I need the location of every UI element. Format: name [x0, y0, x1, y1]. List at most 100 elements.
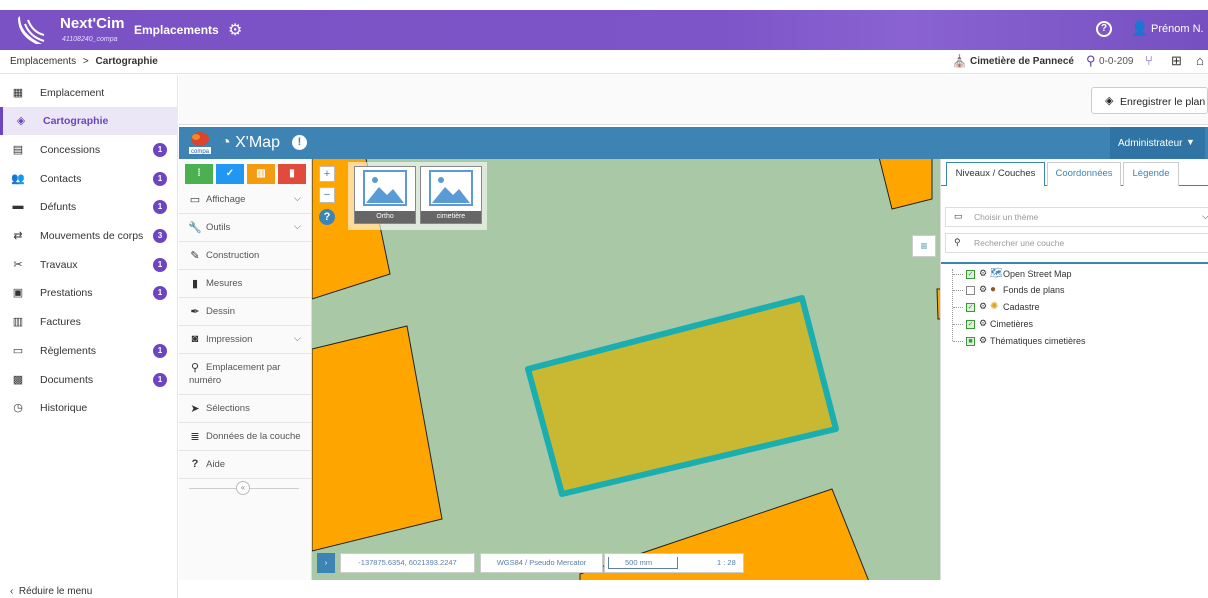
sidebar-item-reglements[interactable]: ▭ Règlements 1 — [0, 337, 178, 365]
tool-mesures[interactable]: ▮ Mesures — [179, 270, 311, 298]
grave-plot — [312, 325, 443, 552]
tab-green[interactable]: ⁞ — [185, 164, 213, 184]
compa-logo-text: compa — [191, 149, 210, 155]
theme-select[interactable]: ▭ Choisir un thème ⌵ — [945, 207, 1208, 227]
projection-select[interactable]: WGS84 / Pseudo Mercator — [480, 553, 603, 573]
layer-checkbox[interactable]: ✓ — [966, 320, 975, 329]
gear-icon[interactable]: ⚙ — [979, 268, 987, 279]
location-code[interactable]: 0-0-209 — [1099, 56, 1133, 67]
layer-menu-button[interactable]: ≡ — [912, 235, 936, 257]
cemetery-name[interactable]: Cimetière de Pannecé — [970, 56, 1074, 67]
globe-icon: ● — [990, 284, 997, 295]
sidebar-item-concessions[interactable]: ▤ Concessions 1 — [0, 136, 178, 164]
basemap-ortho[interactable]: Ortho — [354, 166, 416, 224]
sidebar: ▦ Emplacement ◈ Cartographie ▤ Concessio… — [0, 75, 178, 598]
home-icon[interactable]: ⌂ — [1196, 53, 1204, 68]
collapse-panel-button[interactable]: « — [189, 481, 299, 495]
gear-icon[interactable]: ⚙ — [979, 318, 987, 329]
tree-branch — [953, 341, 963, 342]
map-status-bar: › -137875.6354, 6021393.2247 WGS84 / Pse… — [312, 550, 940, 580]
double-chevron-left-icon: « — [236, 481, 250, 495]
layer-checkbox[interactable] — [966, 286, 975, 295]
tool-donnees-couche[interactable]: ≣ Données de la couche — [179, 423, 311, 451]
tool-selections[interactable]: ➤ Sélections — [179, 395, 311, 423]
gear-icon[interactable]: ⚙ — [228, 20, 242, 40]
selected-grave-plot — [525, 295, 839, 497]
sidebar-item-factures[interactable]: ▥ Factures — [0, 308, 178, 336]
role-label: Administrateur — [1118, 138, 1183, 149]
layer-checkbox[interactable]: ✓ — [966, 270, 975, 279]
tool-emplacement-numero[interactable]: ⚲ Emplacement par numéro — [179, 354, 311, 395]
zoom-out-button[interactable]: − — [319, 187, 335, 203]
id-card-icon: ▬ — [12, 200, 24, 212]
brand-name[interactable]: Next'Cim — [60, 15, 124, 32]
tool-impression[interactable]: ◙ Impression ⌵ — [179, 326, 311, 354]
tab-orange[interactable]: ▥ — [247, 164, 275, 184]
tool-outils[interactable]: 🔧 Outils ⌵ — [179, 214, 311, 242]
user-name[interactable]: Prénom N. — [1151, 23, 1204, 35]
help-icon[interactable]: ? — [319, 209, 335, 225]
picture-icon — [363, 170, 407, 206]
sidebar-item-prestations[interactable]: ▣ Prestations 1 — [0, 279, 178, 307]
grave-plot — [878, 159, 933, 210]
layer-checkbox[interactable]: ✓ — [966, 303, 975, 312]
gear-icon[interactable]: ⚙ — [979, 301, 987, 312]
tab-red[interactable]: ▮ — [278, 164, 306, 184]
sidebar-item-travaux[interactable]: ✂ Travaux 1 — [0, 251, 178, 279]
cursor-coordinates: -137875.6354, 6021393.2247 — [340, 553, 475, 573]
tab-coordonnees[interactable]: Coordonnées — [1047, 162, 1121, 186]
sidebar-item-documents[interactable]: ▩ Documents 1 — [0, 366, 178, 394]
basemap-label: cimetière — [421, 211, 481, 223]
document-icon: ▤ — [12, 144, 24, 156]
reduce-menu-button[interactable]: ‹ Réduire le menu — [10, 586, 92, 597]
count-badge: 1 — [153, 344, 167, 358]
map-canvas[interactable]: + − ? Ortho cimetière ≡ — [312, 159, 940, 580]
basemap-cimetiere[interactable]: cimetière — [420, 166, 482, 224]
sidebar-item-emplacement[interactable]: ▦ Emplacement — [0, 79, 178, 107]
tool-label: Mesures — [206, 278, 243, 289]
tool-dessin[interactable]: ✒ Dessin — [179, 298, 311, 326]
users-icon: 👥 — [11, 173, 25, 185]
layer-checkbox[interactable]: ■ — [966, 337, 975, 346]
tool-label: Construction — [206, 250, 260, 261]
user-icon[interactable]: 👤 — [1131, 20, 1148, 37]
grid-icon[interactable]: ⊞ — [1171, 53, 1182, 69]
role-dropdown[interactable]: Administrateur ▼ — [1110, 127, 1205, 159]
help-icon[interactable]: ? — [1096, 21, 1112, 37]
save-plan-label: Enregistrer le plan — [1120, 96, 1206, 108]
tool-affichage[interactable]: ▭ Affichage ⌵ — [179, 186, 311, 214]
count-badge: 1 — [153, 373, 167, 387]
scale-bar-label: 500 mm — [625, 558, 653, 567]
tab-legende[interactable]: Légende — [1123, 162, 1179, 186]
expand-status-button[interactable]: › — [317, 553, 335, 573]
tool-construction[interactable]: ✎ Construction — [179, 242, 311, 270]
sidebar-item-defunts[interactable]: ▬ Défunts 1 — [0, 193, 178, 221]
divider — [941, 262, 1208, 264]
sidebar-item-mouvements[interactable]: ⇄ Mouvements de corps 3 — [0, 222, 178, 250]
layer-search-input[interactable]: ⚲ Rechercher une couche — [945, 233, 1208, 253]
fork-icon[interactable]: ⑂ — [1145, 53, 1153, 68]
tool-aide[interactable]: ? Aide — [179, 451, 311, 479]
save-plan-button[interactable]: ◈ Enregistrer le plan — [1091, 87, 1208, 114]
sidebar-item-historique[interactable]: ◷ Historique — [0, 394, 178, 422]
sidebar-item-cartographie[interactable]: ◈ Cartographie — [0, 107, 178, 135]
xmap-header: compa ◔ X'Map ! Administrateur ▼ — [179, 127, 1208, 159]
wrench-icon: 🔧 — [188, 222, 202, 234]
tab-blue[interactable]: ✓ — [216, 164, 244, 184]
info-icon[interactable]: ! — [292, 135, 307, 150]
breadcrumb-parent[interactable]: Emplacements — [10, 56, 76, 67]
briefcase-icon: ▣ — [12, 287, 24, 299]
sidebar-item-contacts[interactable]: 👥 Contacts 1 — [0, 165, 178, 193]
tools-icon: ✂ — [13, 259, 23, 271]
gear-icon[interactable]: ⚙ — [979, 335, 987, 346]
zoom-in-button[interactable]: + — [319, 166, 335, 182]
cursor-icon: ➤ — [190, 403, 200, 415]
section-title[interactable]: Emplacements — [134, 23, 219, 37]
tool-label: Dessin — [206, 306, 236, 317]
tool-label: Emplacement par numéro — [189, 362, 281, 386]
layers-icon: ◈ — [1105, 95, 1114, 107]
gear-icon[interactable]: ⚙ — [979, 284, 987, 295]
tab-niveaux-couches[interactable]: Niveaux / Couches — [946, 162, 1045, 186]
sidebar-item-label: Cartographie — [43, 115, 109, 127]
tree-line — [952, 269, 953, 341]
